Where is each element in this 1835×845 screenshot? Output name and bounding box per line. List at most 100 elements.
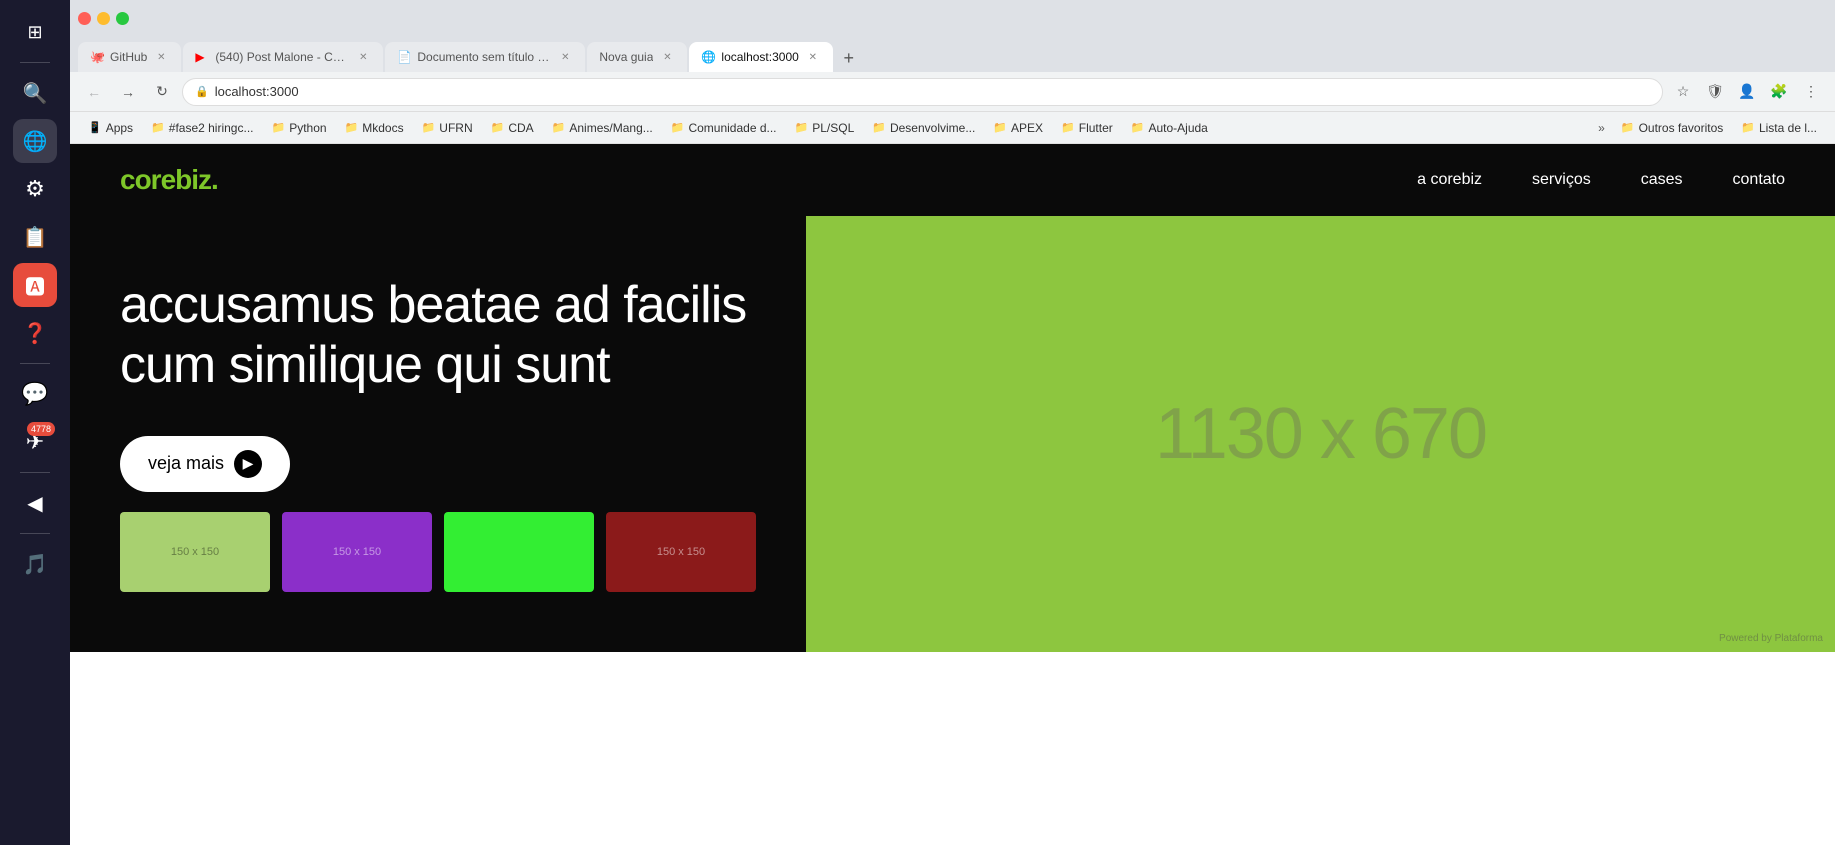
telegram-icon[interactable]: ✈ 4778 bbox=[13, 420, 57, 464]
bookmark-animes[interactable]: 📁 Animes/Mang... bbox=[544, 116, 661, 140]
tab-localhost-close[interactable]: ✕ bbox=[805, 49, 821, 65]
window-maximize-button[interactable] bbox=[116, 12, 129, 25]
back-arrow-icon[interactable]: ◀ bbox=[13, 481, 57, 525]
os-divider-4 bbox=[20, 533, 50, 534]
tab-youtube-close[interactable]: ✕ bbox=[355, 49, 371, 65]
title-bar bbox=[70, 0, 1835, 36]
bookmark-mkdocs-label: Mkdocs bbox=[362, 121, 403, 135]
fase2-folder-icon: 📁 bbox=[151, 121, 165, 134]
python-folder-icon: 📁 bbox=[271, 121, 285, 134]
animes-folder-icon: 📁 bbox=[552, 121, 566, 134]
nav-a-corebiz[interactable]: a corebiz bbox=[1417, 171, 1482, 189]
lock-icon: 🔒 bbox=[195, 85, 209, 98]
help-icon[interactable]: ❓ bbox=[13, 311, 57, 355]
menu-button[interactable]: ⋮ bbox=[1797, 78, 1825, 106]
tab-youtube[interactable]: ▶ (540) Post Malone - Cong... ✕ bbox=[183, 42, 383, 72]
profile-button[interactable]: 👤 bbox=[1733, 78, 1761, 106]
tab-nova-guia[interactable]: Nova guia ✕ bbox=[587, 42, 687, 72]
bookmark-apex[interactable]: 📁 APEX bbox=[985, 116, 1051, 140]
bookmark-button[interactable]: ☆ bbox=[1669, 78, 1697, 106]
reload-button[interactable]: ↻ bbox=[148, 78, 176, 106]
thumbnail-3 bbox=[444, 512, 594, 592]
nav-cases[interactable]: cases bbox=[1641, 171, 1683, 189]
tab-github-close[interactable]: ✕ bbox=[153, 49, 169, 65]
tab-localhost-title: localhost:3000 bbox=[721, 50, 798, 64]
address-text: localhost:3000 bbox=[215, 84, 299, 99]
forward-button[interactable]: → bbox=[114, 78, 142, 106]
shield-button[interactable]: 🛡 bbox=[1701, 78, 1729, 106]
tab-doc-close[interactable]: ✕ bbox=[557, 49, 573, 65]
site-hero-left: accusamus beatae ad facilis cum similiqu… bbox=[70, 216, 806, 652]
search-icon[interactable]: 🔍 bbox=[13, 71, 57, 115]
bookmark-apps-label: Apps bbox=[106, 121, 133, 135]
nav-servicos[interactable]: serviços bbox=[1532, 171, 1591, 189]
github-favicon: 🐙 bbox=[90, 50, 104, 64]
doc-favicon: 📄 bbox=[397, 50, 411, 64]
os-divider-2 bbox=[20, 363, 50, 364]
address-bar[interactable]: 🔒 localhost:3000 bbox=[182, 78, 1663, 106]
bookmark-python-label: Python bbox=[289, 121, 326, 135]
flutter-folder-icon: 📁 bbox=[1061, 121, 1075, 134]
thumbnail-1-label: 150 x 150 bbox=[171, 546, 219, 558]
store-icon[interactable]: 🅰 bbox=[13, 263, 57, 307]
site-headline: accusamus beatae ad facilis cum similiqu… bbox=[120, 276, 756, 396]
new-tab-button[interactable]: + bbox=[835, 44, 863, 72]
bookmark-animes-label: Animes/Mang... bbox=[569, 121, 652, 135]
thumbnail-4: 150 x 150 bbox=[606, 512, 756, 592]
bookmark-plsql[interactable]: 📁 PL/SQL bbox=[787, 116, 863, 140]
cda-folder-icon: 📁 bbox=[491, 121, 505, 134]
globe-icon[interactable]: 🌐 bbox=[13, 119, 57, 163]
bookmark-ufrn[interactable]: 📁 UFRN bbox=[414, 116, 481, 140]
bookmark-comunidade[interactable]: 📁 Comunidade d... bbox=[663, 116, 785, 140]
thumbnail-1: 150 x 150 bbox=[120, 512, 270, 592]
bookmark-outros-label: Outros favoritos bbox=[1639, 121, 1724, 135]
lista-folder-icon: 📁 bbox=[1741, 121, 1755, 134]
veja-mais-label: veja mais bbox=[148, 453, 224, 474]
os-divider-1 bbox=[20, 62, 50, 63]
nav-actions: ☆ 🛡 👤 🧩 ⋮ bbox=[1669, 78, 1825, 106]
desenvolvime-folder-icon: 📁 bbox=[872, 121, 886, 134]
nav-contato[interactable]: contato bbox=[1733, 171, 1785, 189]
thumbnail-2-label: 150 x 150 bbox=[333, 546, 381, 558]
tab-doc[interactable]: 📄 Documento sem título - D... ✕ bbox=[385, 42, 585, 72]
bookmark-apps[interactable]: 📱 Apps bbox=[80, 116, 141, 140]
bookmark-lista[interactable]: 📁 Lista de l... bbox=[1733, 116, 1825, 140]
notes-icon[interactable]: 📋 bbox=[13, 215, 57, 259]
window-minimize-button[interactable] bbox=[97, 12, 110, 25]
os-logo-icon[interactable]: ⊞ bbox=[13, 10, 57, 54]
tab-localhost[interactable]: 🌐 localhost:3000 ✕ bbox=[689, 42, 832, 72]
back-button[interactable]: ← bbox=[80, 78, 108, 106]
bookmark-cda[interactable]: 📁 CDA bbox=[483, 116, 542, 140]
bookmark-lista-label: Lista de l... bbox=[1759, 121, 1817, 135]
bookmark-desenvolvime[interactable]: 📁 Desenvolvime... bbox=[864, 116, 983, 140]
dev-tools-icon[interactable]: ⚙ bbox=[13, 167, 57, 211]
tab-nova-guia-title: Nova guia bbox=[599, 50, 653, 64]
extensions-button[interactable]: 🧩 bbox=[1765, 78, 1793, 106]
website-content: corebiz. a corebiz serviços cases contat… bbox=[70, 144, 1835, 652]
tab-nova-guia-close[interactable]: ✕ bbox=[659, 49, 675, 65]
os-divider-3 bbox=[20, 472, 50, 473]
site-hero: accusamus beatae ad facilis cum similiqu… bbox=[70, 216, 1835, 652]
veja-mais-button[interactable]: veja mais ▶ bbox=[120, 436, 290, 492]
bookmark-outros[interactable]: 📁 Outros favoritos bbox=[1613, 116, 1731, 140]
apex-folder-icon: 📁 bbox=[993, 121, 1007, 134]
bookmark-mkdocs[interactable]: 📁 Mkdocs bbox=[337, 116, 412, 140]
mkdocs-folder-icon: 📁 bbox=[345, 121, 359, 134]
bookmarks-more-button[interactable]: » bbox=[1592, 116, 1611, 140]
thumbnails-row: 150 x 150 150 x 150 150 x 150 bbox=[120, 512, 756, 592]
tab-github[interactable]: 🐙 GitHub ✕ bbox=[78, 42, 181, 72]
tab-github-title: GitHub bbox=[110, 50, 147, 64]
bookmark-autoajuda-label: Auto-Ajuda bbox=[1148, 121, 1207, 135]
discord-icon[interactable]: 💬 bbox=[13, 372, 57, 416]
bookmark-flutter-label: Flutter bbox=[1079, 121, 1113, 135]
cta-arrow-icon: ▶ bbox=[234, 450, 262, 478]
bookmark-autoajuda[interactable]: 📁 Auto-Ajuda bbox=[1123, 116, 1216, 140]
bookmark-apex-label: APEX bbox=[1011, 121, 1043, 135]
bookmark-python[interactable]: 📁 Python bbox=[263, 116, 334, 140]
window-close-button[interactable] bbox=[78, 12, 91, 25]
bookmark-flutter[interactable]: 📁 Flutter bbox=[1053, 116, 1121, 140]
outros-folder-icon: 📁 bbox=[1621, 121, 1635, 134]
bookmark-fase2[interactable]: 📁 #fase2 hiringc... bbox=[143, 116, 261, 140]
bookmark-plsql-label: PL/SQL bbox=[812, 121, 854, 135]
spotify-icon[interactable]: 🎵 bbox=[13, 542, 57, 586]
